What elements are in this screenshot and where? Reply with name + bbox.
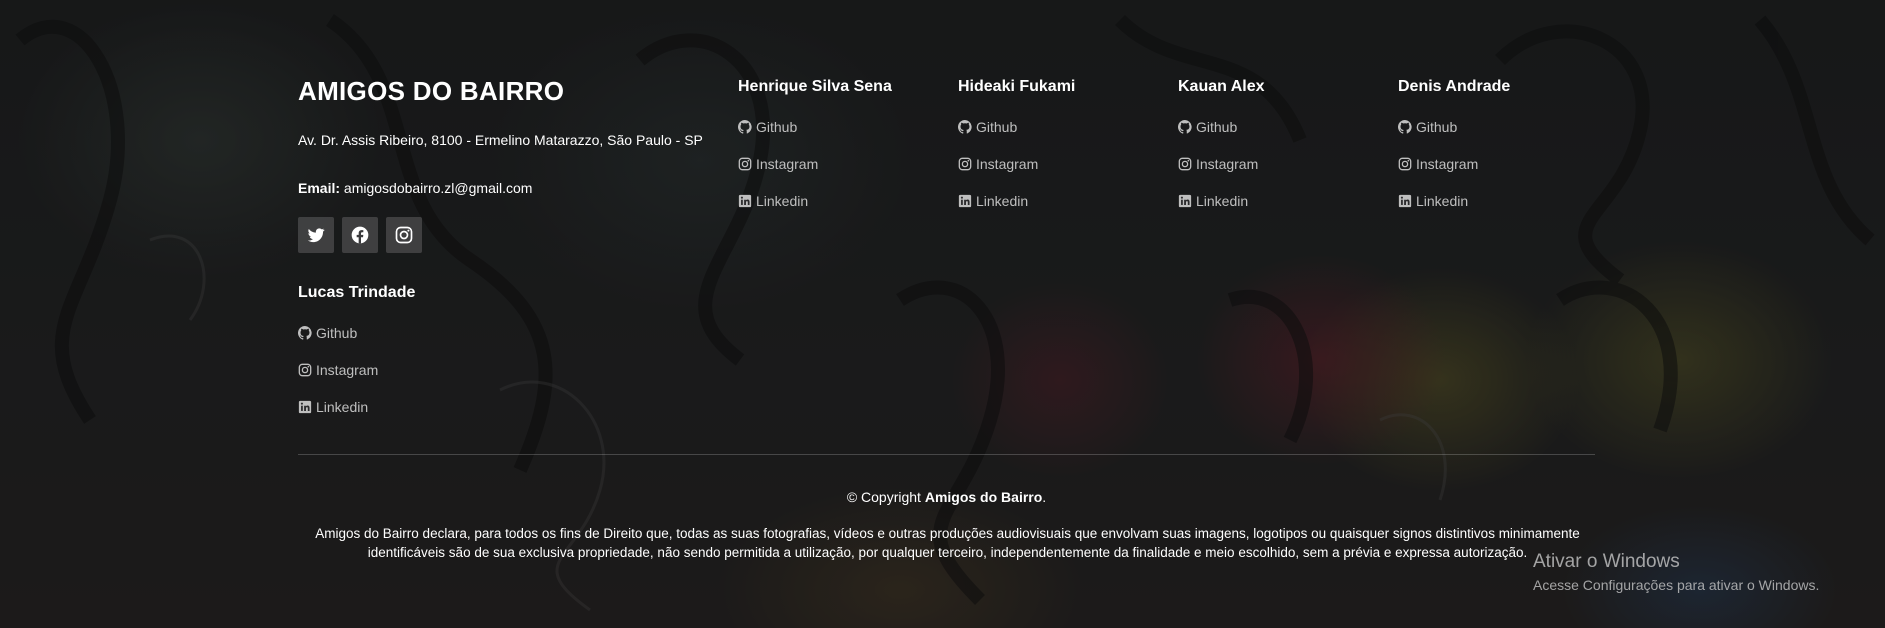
- github-icon: [958, 120, 972, 134]
- instagram-icon: [1398, 157, 1412, 171]
- github-link[interactable]: Github: [1178, 119, 1237, 135]
- member-hideaki: Hideaki Fukami Github Instagram Linkedin: [958, 78, 1158, 209]
- linkedin-label: Linkedin: [976, 193, 1029, 209]
- github-link[interactable]: Github: [1398, 119, 1457, 135]
- github-link[interactable]: Github: [298, 325, 357, 341]
- instagram-label: Instagram: [976, 156, 1039, 172]
- brand-title: AMIGOS DO BAIRRO: [298, 76, 565, 106]
- instagram-label: Instagram: [1196, 156, 1259, 172]
- linkedin-icon: [958, 194, 972, 208]
- copyright-prefix: © Copyright: [846, 489, 921, 505]
- copyright-suffix: .: [1042, 489, 1047, 505]
- member-name: Hideaki Fukami: [958, 78, 1076, 95]
- footer-divider: [298, 454, 1595, 455]
- windows-activation-watermark: Ativar o Windows Acesse Configurações pa…: [1533, 551, 1819, 593]
- copyright-line: © Copyright Amigos do Bairro.: [0, 489, 1885, 505]
- email-label: Email:: [298, 180, 341, 196]
- copyright-name: Amigos do Bairro: [924, 489, 1043, 505]
- linkedin-icon: [1398, 194, 1412, 208]
- twitter-icon: [307, 228, 325, 243]
- github-icon: [1178, 120, 1192, 134]
- linkedin-link[interactable]: Linkedin: [1398, 193, 1468, 209]
- instagram-link[interactable]: Instagram: [1178, 156, 1258, 172]
- member-name: Lucas Trindade: [298, 284, 416, 301]
- instagram-label: Instagram: [1416, 156, 1479, 172]
- github-link[interactable]: Github: [958, 119, 1017, 135]
- linkedin-label: Linkedin: [316, 399, 369, 415]
- instagram-label: Instagram: [316, 362, 379, 378]
- legal-disclaimer: Amigos do Bairro declara, para todos os …: [315, 526, 1580, 560]
- github-label: Github: [1416, 119, 1458, 135]
- linkedin-link[interactable]: Linkedin: [958, 193, 1028, 209]
- github-icon: [1398, 120, 1412, 134]
- linkedin-label: Linkedin: [1416, 193, 1469, 209]
- twitter-button[interactable]: [298, 217, 334, 253]
- github-label: Github: [316, 325, 358, 341]
- activation-title: Ativar o Windows: [1533, 551, 1680, 572]
- address-text: Av. Dr. Assis Ribeiro, 8100 - Ermelino M…: [298, 132, 703, 148]
- facebook-icon: [351, 226, 369, 244]
- member-kauan: Kauan Alex Github Instagram Linkedin: [1178, 78, 1378, 209]
- instagram-link[interactable]: Instagram: [1398, 156, 1478, 172]
- social-buttons: [298, 217, 422, 253]
- member-name: Denis Andrade: [1398, 78, 1511, 95]
- member-lucas: Lucas Trindade Github Instagram Linkedin: [298, 284, 498, 415]
- email-line: Email: amigosdobairro.zl@gmail.com: [298, 180, 532, 196]
- instagram-label: Instagram: [756, 156, 819, 172]
- instagram-link[interactable]: Instagram: [958, 156, 1038, 172]
- email-value[interactable]: amigosdobairro.zl@gmail.com: [344, 180, 533, 196]
- facebook-button[interactable]: [342, 217, 378, 253]
- github-label: Github: [1196, 119, 1238, 135]
- instagram-icon: [738, 157, 752, 171]
- linkedin-link[interactable]: Linkedin: [298, 399, 368, 415]
- instagram-icon: [298, 363, 312, 377]
- instagram-link[interactable]: Instagram: [738, 156, 818, 172]
- linkedin-label: Linkedin: [756, 193, 809, 209]
- linkedin-icon: [738, 194, 752, 208]
- instagram-button[interactable]: [386, 217, 422, 253]
- linkedin-link[interactable]: Linkedin: [1178, 193, 1248, 209]
- member-name: Henrique Silva Sena: [738, 78, 892, 95]
- instagram-link[interactable]: Instagram: [298, 362, 378, 378]
- linkedin-label: Linkedin: [1196, 193, 1249, 209]
- github-label: Github: [976, 119, 1018, 135]
- github-icon: [738, 120, 752, 134]
- member-henrique: Henrique Silva Sena Github Instagram Lin…: [738, 78, 938, 209]
- member-denis: Denis Andrade Github Instagram Linkedin: [1398, 78, 1598, 209]
- instagram-icon: [1178, 157, 1192, 171]
- instagram-icon: [395, 226, 413, 244]
- member-name: Kauan Alex: [1178, 78, 1265, 95]
- github-link[interactable]: Github: [738, 119, 797, 135]
- linkedin-icon: [298, 400, 312, 414]
- footer: AMIGOS DO BAIRRO Av. Dr. Assis Ribeiro, …: [0, 0, 1885, 628]
- activation-subtitle: Acesse Configurações para ativar o Windo…: [1533, 577, 1820, 593]
- instagram-icon: [958, 157, 972, 171]
- linkedin-link[interactable]: Linkedin: [738, 193, 808, 209]
- github-icon: [298, 326, 312, 340]
- linkedin-icon: [1178, 194, 1192, 208]
- github-label: Github: [756, 119, 798, 135]
